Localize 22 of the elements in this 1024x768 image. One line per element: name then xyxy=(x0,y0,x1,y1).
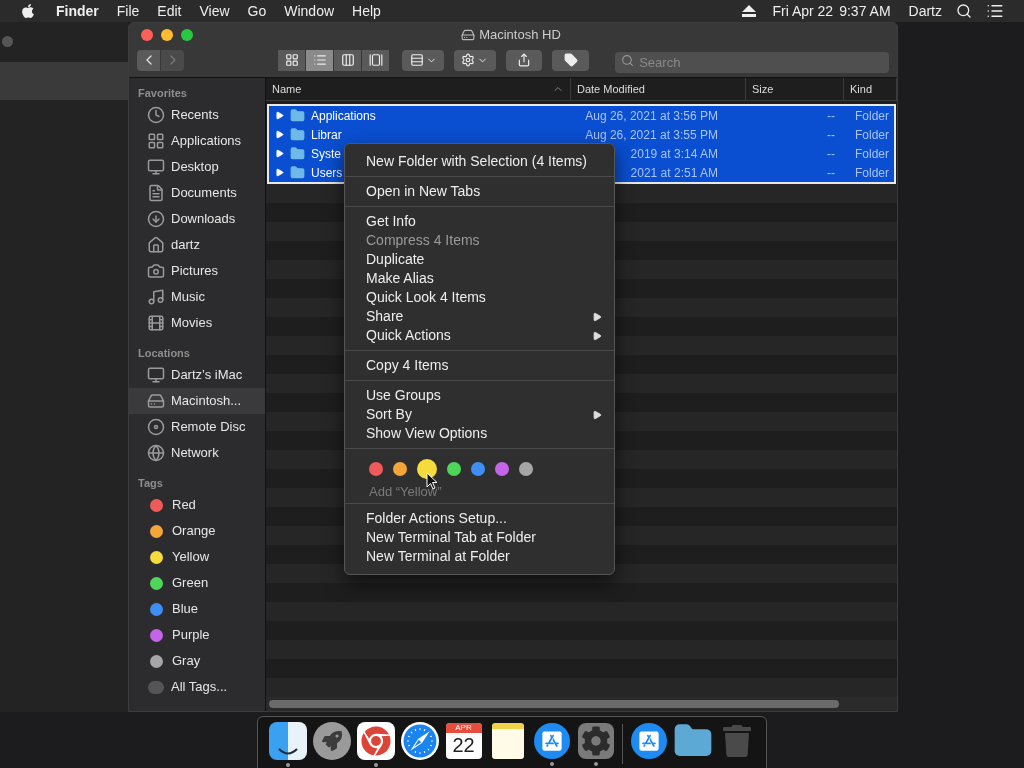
sidebar-heading: Locations xyxy=(137,346,191,361)
window-title: Macintosh HD xyxy=(479,26,561,45)
table-cell-text: -- xyxy=(826,126,836,144)
calendar-month: APR xyxy=(445,722,482,733)
table-cell-text: Folder xyxy=(854,107,890,125)
sidebar-heading: Tags xyxy=(137,476,164,491)
table-cell-text: Folder xyxy=(854,145,890,163)
file-name: Applications xyxy=(311,107,376,125)
table-cell-text: Folder xyxy=(854,126,890,144)
file-name: Librar xyxy=(311,126,342,144)
table-cell-text: -- xyxy=(826,107,836,125)
file-name: Syste xyxy=(311,145,341,163)
file-name: Users xyxy=(311,164,343,182)
table-cell-text: -- xyxy=(826,164,836,182)
tag-hint: Add “Yellow” xyxy=(369,484,442,499)
table-cell-text: Folder xyxy=(854,164,890,182)
table-cell-text: Aug 26, 2021 at 3:55 PM xyxy=(584,126,719,144)
sidebar-heading: Favorites xyxy=(137,86,188,101)
table-cell-text: Aug 26, 2021 at 3:56 PM xyxy=(584,107,719,125)
calendar-day: 22 xyxy=(452,732,475,757)
table-cell-text: -- xyxy=(826,145,836,163)
table-cell-text: 2021 at 2:51 AM xyxy=(629,164,719,182)
